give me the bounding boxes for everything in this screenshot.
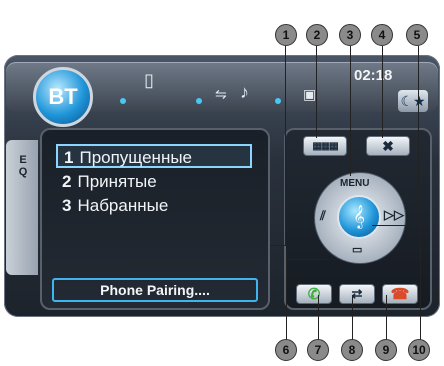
bluetooth-button[interactable]: BT	[33, 67, 93, 127]
callout-2: 2	[306, 24, 328, 46]
keypad-button[interactable]: ▦▦▦	[303, 136, 347, 156]
leader-line-1-h	[270, 245, 286, 246]
eq-tab[interactable]: EQ	[6, 140, 38, 275]
night-mode-icon: ☾★	[400, 92, 426, 109]
callout-6: 6	[275, 339, 297, 361]
phone-hangup-icon: ☎	[390, 286, 410, 303]
leader-line-5	[418, 46, 419, 216]
previous-track-icon[interactable]: ⫽	[320, 208, 326, 224]
night-mode-button[interactable]: ☾★	[398, 90, 428, 112]
phone-icon: ▯	[144, 70, 154, 90]
call-list-panel: 1 Пропущенные 2 Принятые 3 Набранные Phone …	[40, 128, 270, 310]
tv-icon[interactable]: ▭	[352, 243, 362, 256]
contacts-icon: ▣	[303, 86, 317, 102]
leader-line-6	[286, 250, 287, 346]
leader-line-2	[316, 46, 317, 138]
transfer-button[interactable]: ⇄	[339, 284, 375, 304]
call-list-item-dialed[interactable]: 3 Набранные	[56, 194, 252, 218]
call-button[interactable]: ✆	[296, 284, 332, 304]
keypad-icon: ▦▦▦	[312, 140, 338, 152]
status-dot	[120, 98, 126, 104]
eq-label: EQ	[18, 154, 28, 178]
callout-5: 5	[406, 24, 428, 46]
pairing-status: Phone Pairing....	[52, 278, 258, 302]
call-list-item-missed[interactable]: 1 Пропущенные	[56, 144, 252, 168]
callout-8: 8	[341, 339, 363, 361]
call-list-item-received[interactable]: 2 Принятые	[56, 170, 252, 194]
leader-line-10	[420, 225, 421, 345]
audio-stream-icon: ⇋	[215, 86, 227, 102]
clock: 02:18	[354, 67, 393, 84]
treble-clef-icon: 𝄞	[353, 205, 365, 228]
hangup-button[interactable]: ☎	[382, 284, 418, 304]
settings-button[interactable]: ✖	[366, 136, 410, 156]
callout-7: 7	[307, 339, 329, 361]
music-mode-button[interactable]: 𝄞	[337, 195, 381, 239]
status-dot	[196, 98, 202, 104]
callout-9: 9	[375, 339, 397, 361]
menu-button[interactable]: MENU	[340, 178, 369, 189]
leader-line-4	[382, 46, 383, 138]
tools-icon: ✖	[382, 137, 394, 154]
leader-line-8	[352, 295, 353, 345]
leader-line-9	[386, 295, 387, 345]
status-dot	[275, 98, 281, 104]
next-track-icon[interactable]: ▷▷	[384, 207, 404, 223]
callout-10: 10	[408, 339, 430, 361]
leader-line-6-h	[286, 259, 326, 260]
callout-4: 4	[371, 24, 393, 46]
music-note-icon: ♪	[240, 82, 249, 102]
leader-line-7	[318, 295, 319, 345]
callout-3: 3	[339, 24, 361, 46]
leader-line-10-h	[372, 225, 420, 226]
callout-1: 1	[275, 24, 297, 46]
leader-line-1	[285, 46, 286, 246]
transfer-icon: ⇄	[351, 286, 363, 301]
leader-line-3	[350, 46, 351, 176]
